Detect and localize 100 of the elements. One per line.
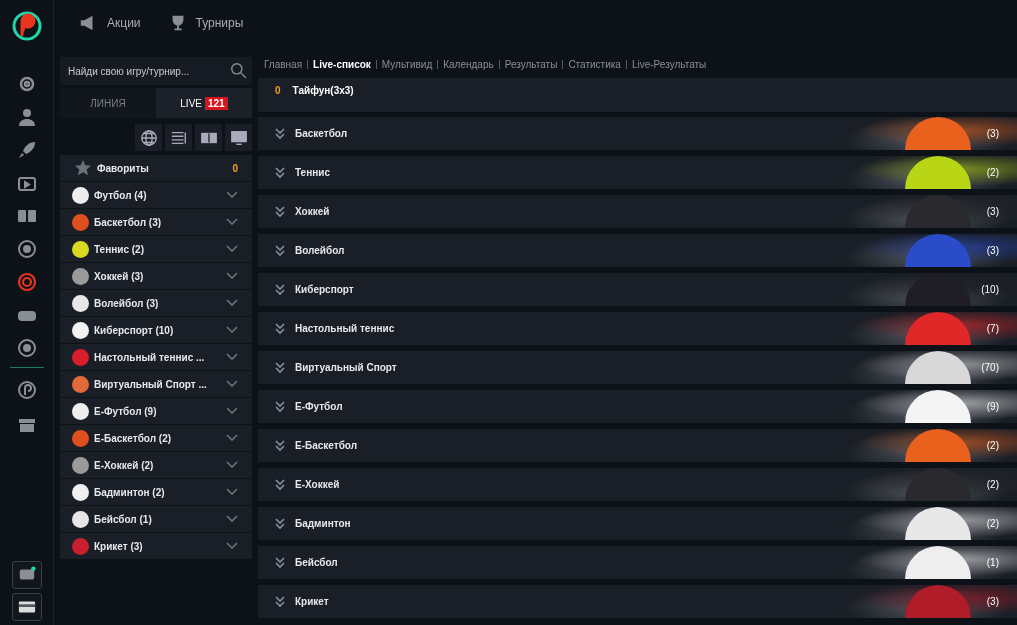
globe-icon [139,128,158,147]
double-chevron-icon [274,517,286,530]
ball-icon[interactable] [16,338,37,358]
favorites-count: 0 [232,162,238,174]
event-count: (2) [986,479,999,490]
sport-name: Е-Хоккей [295,479,341,490]
chevron-down-icon [226,407,238,415]
sport-menu-item[interactable]: Баскетбол (3) [60,209,252,235]
double-chevron-icon [274,439,286,452]
sport-row[interactable]: Виртуальный Спорт (70) [258,351,1017,384]
double-chevron-icon [274,400,286,413]
double-chevron-icon [274,127,286,140]
chevron-down-icon [226,461,238,469]
sport-row[interactable]: Крикет (3) [258,585,1017,618]
double-chevron-icon [274,361,286,374]
sport-row[interactable]: Е-Хоккей (2) [258,468,1017,501]
event-count: (3) [986,245,999,256]
chat-button[interactable] [11,561,42,589]
sport-name: Виртуальный Спорт [295,362,398,373]
monitor-view-button[interactable] [225,124,252,151]
logo-icon[interactable] [10,10,43,42]
menu-label: Е-Футбол (9) [94,405,158,417]
logo-icon[interactable] [16,380,37,400]
double-chevron-icon [274,595,286,608]
breadcrumb-link[interactable]: Результаты [504,58,558,70]
sport-name: Крикет [295,596,330,607]
breadcrumb-link[interactable]: Календарь [443,58,494,70]
sport-name: Бадминтон [295,518,352,529]
sport-menu-item[interactable]: Крикет (3) [60,533,252,559]
ball-icon[interactable] [16,239,37,259]
sport-name: Баскетбол [295,128,349,139]
sport-menu-item[interactable]: Е-Футбол (9) [60,398,252,424]
event-count: (7) [986,323,999,334]
search-icon[interactable] [230,62,247,79]
monitor-icon [229,128,248,147]
event-score: 0 [275,85,281,96]
menu-label: Бейсбол (1) [94,513,153,525]
event-count: (3) [986,206,999,217]
list-view-button[interactable] [165,124,192,151]
event-row[interactable]: 0 Тайфун(3x3) [258,78,1017,112]
breadcrumb-link[interactable]: Статистика [568,58,621,70]
field-view-button[interactable] [195,124,222,151]
menu-label: Настольный теннис ... [94,351,206,363]
double-chevron-icon [274,283,286,296]
chevron-down-icon [226,542,238,550]
person-icon[interactable] [16,107,37,127]
header-link[interactable]: Турниры [168,13,244,32]
sport-row[interactable]: Киберспорт (10) [258,273,1017,306]
sport-row[interactable]: Бадминтон (2) [258,507,1017,540]
event-count: (1) [986,557,999,568]
wallet-button[interactable] [11,593,42,621]
tab[interactable]: LIVE 121 [156,88,252,118]
sport-menu-item[interactable]: Волейбол (3) [60,290,252,316]
globe-view-button[interactable] [135,124,162,151]
breadcrumb-link[interactable]: Главная [264,58,303,70]
sport-row[interactable]: Бейсбол (1) [258,546,1017,579]
double-chevron-icon [274,244,286,257]
chevron-down-icon [226,218,238,226]
sport-menu-item[interactable]: Бадминтон (2) [60,479,252,505]
breadcrumb-link[interactable]: Live-список [313,58,371,70]
sport-row[interactable]: Теннис (2) [258,156,1017,189]
sport-name: Е-Футбол [295,401,344,412]
sport-row[interactable]: Е-Футбол (9) [258,390,1017,423]
sport-menu-item[interactable]: Футбол (4) [60,182,252,208]
sport-row[interactable]: Настольный теннис (7) [258,312,1017,345]
star-icon [74,159,92,177]
sport-row[interactable]: Хоккей (3) [258,195,1017,228]
sport-row[interactable]: Е-Баскетбол (2) [258,429,1017,462]
menu-label: Крикет (3) [94,540,144,552]
sport-menu-item[interactable]: Настольный теннис ... [60,344,252,370]
tab[interactable]: ЛИНИЯ [60,88,156,118]
chevron-down-icon [226,191,238,199]
menu-label: Волейбол (3) [94,297,160,309]
sport-name: Киберспорт [295,284,355,295]
target-icon[interactable] [16,272,37,292]
event-count: (2) [986,440,999,451]
event-count: (2) [986,167,999,178]
sport-menu-item[interactable]: Е-Хоккей (2) [60,452,252,478]
sport-menu-item[interactable]: Виртуальный Спорт ... [60,371,252,397]
count-badge: 121 [205,96,228,110]
menu-label: Теннис (2) [94,243,145,255]
sport-menu-item[interactable]: Киберспорт (10) [60,317,252,343]
sport-menu-item[interactable]: Теннис (2) [60,236,252,262]
sport-name: Е-Баскетбол [295,440,359,451]
event-count: (3) [986,128,999,139]
sport-name: Волейбол [295,245,346,256]
menu-label: Киберспорт (10) [94,324,175,336]
sport-row[interactable]: Баскетбол (3) [258,117,1017,150]
chevron-down-icon [226,434,238,442]
menu-label: Футбол (4) [94,189,148,201]
header-link[interactable]: Акции [78,13,141,32]
breadcrumb-link[interactable]: Live-Результаты [631,58,707,70]
sport-menu-item[interactable]: Фавориты 0 [60,155,252,181]
sport-menu-item[interactable]: Е-Баскетбол (2) [60,425,252,451]
chevron-down-icon [226,326,238,334]
breadcrumb-link[interactable]: Мультивид [381,58,433,70]
sport-menu-item[interactable]: Хоккей (3) [60,263,252,289]
search-field[interactable]: Найди свою игру/турнир... [60,57,252,85]
sport-row[interactable]: Волейбол (3) [258,234,1017,267]
sport-menu-item[interactable]: Бейсбол (1) [60,506,252,532]
